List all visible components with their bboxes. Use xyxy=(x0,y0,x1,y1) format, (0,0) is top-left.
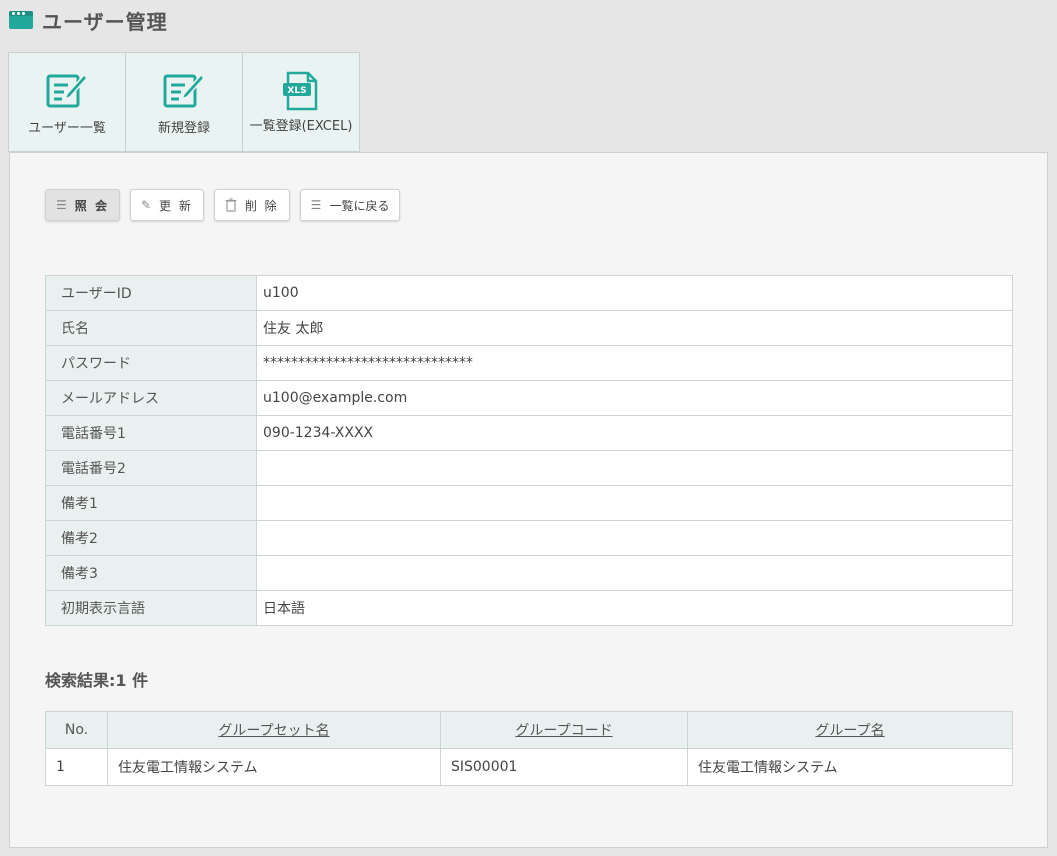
xls-file-icon: XLS xyxy=(283,71,318,111)
back-button-label: 一覧に戻る xyxy=(329,198,390,213)
column-header-no: No. xyxy=(45,711,108,749)
delete-button[interactable]: 削 除 xyxy=(213,189,290,221)
sort-link[interactable]: グループセット名 xyxy=(218,723,329,739)
search-result-count: 検索結果:1 件 xyxy=(45,671,149,690)
detail-row: 初期表示言語 日本語 xyxy=(45,590,1013,626)
pencil-icon: ✎ xyxy=(140,198,152,212)
field-label: 電話番号2 xyxy=(45,450,257,486)
view-button-label: 照 会 xyxy=(74,198,109,213)
delete-button-label: 削 除 xyxy=(244,198,279,213)
sort-link[interactable]: グループ名 xyxy=(815,723,884,739)
field-value xyxy=(256,520,1013,556)
tab-excel-registration[interactable]: XLS 一覧登録(EXCEL) xyxy=(242,52,360,152)
field-label: 初期表示言語 xyxy=(45,590,257,626)
field-label: 電話番号1 xyxy=(45,415,257,451)
detail-row: 備考3 xyxy=(45,555,1013,591)
field-value xyxy=(256,555,1013,591)
back-to-list-button[interactable]: ☰ 一覧に戻る xyxy=(299,189,401,221)
xls-icon-text: XLS xyxy=(287,86,306,96)
edit-form-icon xyxy=(163,73,205,108)
update-button-label: 更 新 xyxy=(159,198,193,213)
page-header: ユーザー管理 xyxy=(9,6,168,34)
field-value: 090-1234-XXXX xyxy=(256,415,1013,451)
field-value: 住友 太郎 xyxy=(256,310,1013,346)
field-label: 備考1 xyxy=(45,485,257,521)
page-title: ユーザー管理 xyxy=(42,9,168,34)
function-tabs: ユーザー一覧 新規登録 XLS 一覧登録(EXCEL) xyxy=(8,52,360,152)
user-detail-table: ユーザーID u100 氏名 住友 太郎 パスワード ****************… xyxy=(45,275,1013,626)
detail-row: 氏名 住友 太郎 xyxy=(45,310,1013,346)
trash-icon xyxy=(225,198,237,212)
field-value: 日本語 xyxy=(256,590,1013,626)
detail-row: ユーザーID u100 xyxy=(45,275,1013,311)
tab-label: 新規登録 xyxy=(157,121,210,136)
field-label: 備考2 xyxy=(45,520,257,556)
detail-row: 備考1 xyxy=(45,485,1013,521)
cell-group-code: SIS00001 xyxy=(440,748,688,786)
detail-row: メールアドレス u100@example.com xyxy=(45,380,1013,416)
cell-group-set-name: 住友電工情報システム xyxy=(107,748,441,786)
sort-link[interactable]: グループコード xyxy=(515,723,612,739)
view-button[interactable]: ☰ 照 会 xyxy=(45,189,120,221)
field-value xyxy=(256,450,1013,486)
field-label: メールアドレス xyxy=(45,380,257,416)
tab-label: 一覧登録(EXCEL) xyxy=(249,119,353,134)
column-header-group-code[interactable]: グループコード xyxy=(440,711,688,749)
field-value: u100@example.com xyxy=(256,380,1013,416)
tab-user-list[interactable]: ユーザー一覧 xyxy=(8,52,126,152)
tab-label: ユーザー一覧 xyxy=(28,121,106,136)
field-label: ユーザーID xyxy=(45,275,257,311)
detail-row: 電話番号1 090-1234-XXXX xyxy=(45,415,1013,451)
edit-list-icon xyxy=(46,73,88,108)
update-button[interactable]: ✎ 更 新 xyxy=(129,189,204,221)
cell-no: 1 xyxy=(45,748,108,786)
field-label: パスワード xyxy=(45,345,257,381)
detail-row: 電話番号2 xyxy=(45,450,1013,486)
tab-new-registration[interactable]: 新規登録 xyxy=(125,52,243,152)
detail-row: 備考2 xyxy=(45,520,1013,556)
list-icon: ☰ xyxy=(56,198,67,212)
field-value xyxy=(256,485,1013,521)
group-results-table: No. グループセット名 グループコード グループ名 1 住友電工情報システム … xyxy=(45,711,1013,786)
detail-row: パスワード ****************************** xyxy=(45,345,1013,381)
main-panel: ☰ 照 会 ✎ 更 新 削 除 ☰ 一覧に戻る ユーザーID u100 氏名 住友 … xyxy=(9,152,1048,848)
field-label: 氏名 xyxy=(45,310,257,346)
window-icon xyxy=(9,11,33,29)
table-row: 1 住友電工情報システム SIS00001 住友電工情報システム xyxy=(45,748,1013,786)
action-toolbar: ☰ 照 会 ✎ 更 新 削 除 ☰ 一覧に戻る xyxy=(45,189,401,221)
column-header-group-set-name[interactable]: グループセット名 xyxy=(107,711,441,749)
cell-group-name: 住友電工情報システム xyxy=(687,748,1013,786)
field-label: 備考3 xyxy=(45,555,257,591)
list-icon: ☰ xyxy=(310,198,322,212)
field-value: ****************************** xyxy=(256,345,1013,381)
field-value: u100 xyxy=(256,275,1013,311)
column-header-group-name[interactable]: グループ名 xyxy=(687,711,1013,749)
